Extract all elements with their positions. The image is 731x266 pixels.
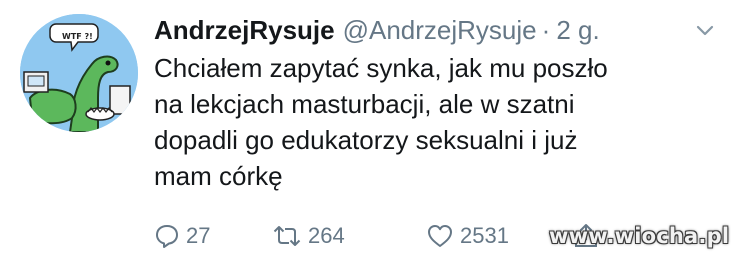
chevron-down-icon[interactable] bbox=[694, 20, 716, 42]
tweet-card[interactable]: WTF ?! AndrzejRysuje @AndrzejRysuje · 2 … bbox=[0, 0, 731, 266]
display-name[interactable]: AndrzejRysuje bbox=[154, 12, 335, 48]
avatar[interactable]: WTF ?! bbox=[20, 14, 138, 132]
like-count: 2531 bbox=[460, 223, 509, 248]
avatar-caption: WTF ?! bbox=[62, 32, 93, 41]
watermark: www.wiocha.pl bbox=[549, 224, 730, 248]
reply-button[interactable]: 27 bbox=[154, 220, 210, 252]
tweet-header: AndrzejRysuje @AndrzejRysuje · 2 g. bbox=[154, 12, 600, 48]
reply-icon bbox=[156, 225, 178, 248]
user-handle[interactable]: @AndrzejRysuje bbox=[343, 12, 537, 48]
separator-dot: · bbox=[541, 15, 551, 45]
retweet-count: 264 bbox=[308, 223, 345, 248]
like-button[interactable]: 2531 bbox=[426, 220, 509, 252]
timestamp[interactable]: 2 g. bbox=[556, 12, 599, 48]
retweet-button[interactable]: 264 bbox=[272, 220, 345, 252]
retweet-icon bbox=[273, 226, 301, 246]
tweet-text: Chciałem zapytać synka, jak mu poszło na… bbox=[154, 53, 608, 191]
heart-icon bbox=[428, 225, 452, 247]
reply-count: 27 bbox=[186, 223, 211, 248]
